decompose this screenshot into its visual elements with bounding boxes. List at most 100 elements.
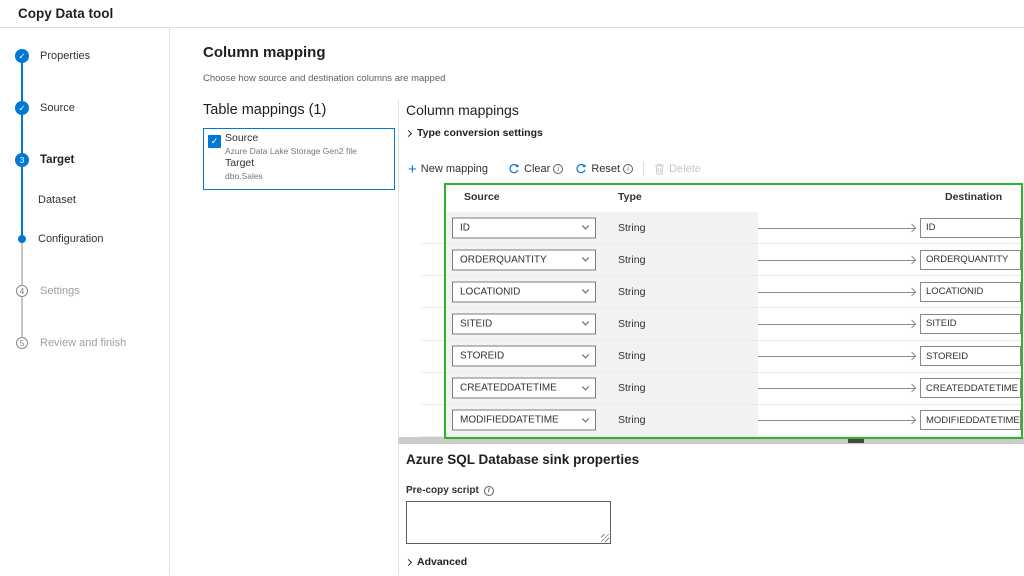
table-mappings-panel: Table mappings (1) ✓ Source Azure Data L… [170,100,398,575]
wizard-step-label: Review and finish [40,337,126,349]
mapping-target-label: Target [225,157,357,170]
column-type-label: String [618,382,645,394]
chevron-down-icon [582,319,589,326]
info-icon[interactable]: i [484,486,494,496]
mapping-row: ID String ID [421,212,1023,244]
source-column-dropdown[interactable]: ID [452,217,596,238]
destination-field[interactable]: ORDERQUANTITY [920,250,1021,270]
mapping-arrow-icon [758,356,915,357]
reset-label: Reset [591,163,620,175]
destination-field-label: CREATEDDATETIME [926,383,1018,394]
table-mappings-title: Table mappings (1) [203,100,398,118]
new-mapping-button[interactable]: + New mapping [408,163,488,175]
column-type-label: String [618,318,645,330]
wizard-step-label: Configuration [38,233,103,245]
advanced-toggle[interactable]: Advanced [406,556,467,568]
mapping-toolbar: + New mapping Clear i Reset [408,159,701,179]
plus-icon: + [408,164,417,175]
clear-label: Clear [524,163,550,175]
wizard-step-label: Source [40,102,75,114]
info-icon[interactable]: i [623,164,633,174]
precopy-script-label: Pre-copy script i [406,485,494,496]
chevron-right-icon [405,129,412,136]
wizard-step-target[interactable]: 3 Target [0,150,169,170]
source-column-dropdown[interactable]: LOCATIONID [452,281,596,302]
destination-field[interactable]: MODIFIEDDATETIME [920,410,1021,430]
mapping-rows: ID String ID ORDERQUANTITY String ORDERQ… [421,212,1023,437]
mapping-row: STOREID String STOREID [421,341,1023,373]
wizard-step-review-finish[interactable]: 5 Review and finish [0,333,169,353]
delete-button[interactable]: Delete [654,163,701,175]
section-subtitle: Choose how source and destination column… [203,73,1024,84]
wizard-step-label: Settings [40,285,80,297]
trash-icon [654,163,665,175]
mapping-row: CREATEDDATETIME String CREATEDDATETIME [421,373,1023,405]
grid-header: Source Type Destination [421,185,1023,212]
source-dropdown-label: SITEID [460,318,492,329]
grid-header-source: Source [464,191,500,203]
horizontal-scrollbar[interactable] [399,437,1024,444]
checkbox-checked-icon[interactable]: ✓ [208,135,221,148]
destination-field[interactable]: STOREID [920,346,1021,366]
mapping-arrow-icon [758,420,915,421]
wizard-step-properties[interactable]: ✓ Properties [0,46,169,66]
delete-label: Delete [669,163,701,175]
mapping-arrow-icon [758,388,915,389]
destination-field[interactable]: ID [920,218,1021,238]
table-mapping-item[interactable]: ✓ Source Azure Data Lake Storage Gen2 fi… [203,128,395,190]
scrollbar-thumb[interactable] [848,438,864,443]
chevron-right-icon [405,558,412,565]
source-column-dropdown[interactable]: ORDERQUANTITY [452,249,596,270]
type-conversion-toggle[interactable]: Type conversion settings [406,127,543,139]
source-column-dropdown[interactable]: SITEID [452,313,596,334]
reset-button[interactable]: Reset [575,163,620,175]
source-column-dropdown[interactable]: CREATEDDATETIME [452,378,596,399]
type-conversion-label: Type conversion settings [417,127,543,139]
step-number-badge: 5 [16,337,28,349]
destination-field-label: ORDERQUANTITY [926,254,1008,265]
wizard-step-settings[interactable]: 4 Settings [0,281,169,301]
column-type-label: String [618,350,645,362]
mapping-row: ORDERQUANTITY String ORDERQUANTITY [421,244,1023,276]
source-column-dropdown[interactable]: STOREID [452,346,596,367]
top-bar: Copy Data tool [0,0,1024,28]
chevron-down-icon [582,255,589,262]
chevron-down-icon [582,415,589,422]
column-type-label: String [618,414,645,426]
new-mapping-label: New mapping [421,163,488,175]
wizard-connector-done [21,56,23,239]
wizard-step-label: Target [40,154,74,166]
wizard-sidebar: ✓ Properties ✓ Source 3 Target Dataset C… [0,28,170,575]
source-dropdown-label: ID [460,222,470,233]
refresh-icon [508,163,520,175]
grid-header-destination: Destination [945,191,1002,203]
current-substep-dot [18,235,26,243]
grid-header-type: Type [618,191,642,203]
destination-field[interactable]: SITEID [920,314,1021,334]
mapping-source-value: Azure Data Lake Storage Gen2 file [225,145,357,157]
mapping-source-label: Source [225,132,357,145]
destination-field[interactable]: CREATEDDATETIME [920,378,1021,398]
mapping-target-value: dbo.Sales [225,170,357,182]
mapping-arrow-icon [758,324,915,325]
destination-field-label: ID [926,222,936,233]
chevron-down-icon [582,351,589,358]
mapping-arrow-icon [758,228,915,229]
source-column-dropdown[interactable]: MODIFIEDDATETIME [452,410,596,431]
clear-button[interactable]: Clear [508,163,550,175]
check-icon: ✓ [15,101,29,115]
wizard-substep-dataset[interactable]: Dataset [0,190,169,210]
info-icon[interactable]: i [553,164,563,174]
chevron-down-icon [582,287,589,294]
wizard-substep-configuration[interactable]: Configuration [0,229,169,249]
wizard-step-source[interactable]: ✓ Source [0,98,169,118]
source-dropdown-label: CREATEDDATETIME [460,383,557,394]
destination-field-label: SITEID [926,318,957,329]
chevron-down-icon [582,383,589,390]
precopy-script-input[interactable] [406,501,611,544]
source-dropdown-label: ORDERQUANTITY [460,254,547,265]
chevron-down-icon [582,223,589,230]
destination-field[interactable]: LOCATIONID [920,282,1021,302]
mapping-row: LOCATIONID String LOCATIONID [421,276,1023,308]
wizard-step-label: Properties [40,50,90,62]
